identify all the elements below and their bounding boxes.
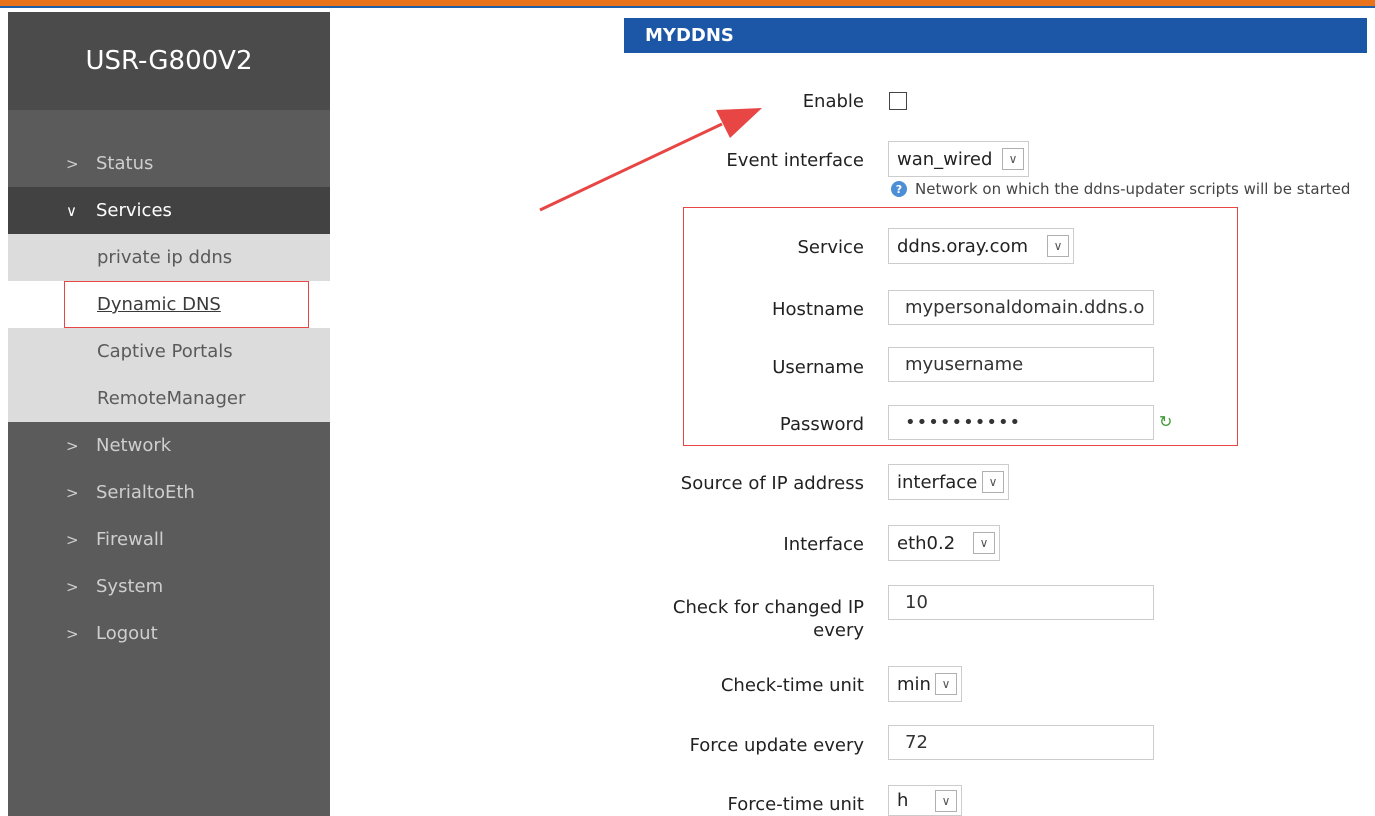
chevron-down-icon: ∨: [935, 789, 957, 812]
chevron-right-icon: >: [66, 154, 79, 173]
chevron-right-icon: >: [66, 624, 79, 643]
service-label: Service: [797, 237, 864, 258]
sidebar-item-network[interactable]: > Network: [8, 422, 330, 469]
submenu-item-label: RemoteManager: [97, 388, 246, 409]
hostname-label: Hostname: [771, 299, 864, 320]
password-label: Password: [779, 414, 864, 435]
chevron-down-icon: ∨: [66, 201, 77, 220]
sidebar-item-serialtoeth[interactable]: > SerialtoEth: [8, 469, 330, 516]
sidebar-spacer: [8, 110, 330, 140]
service-select[interactable]: ddns.oray.com ∨: [888, 228, 1074, 264]
submenu-item-label: private ip ddns: [97, 247, 233, 268]
chevron-right-icon: >: [66, 483, 79, 502]
check-interval-label: Check for changed IP every: [640, 596, 864, 642]
arrow-head: [716, 108, 762, 138]
force-unit-select[interactable]: h ∨: [888, 785, 962, 816]
check-unit-select[interactable]: min ∨: [888, 666, 962, 702]
submenu-item-private-ip-ddns[interactable]: private ip ddns: [8, 234, 330, 281]
sidebar: USR-G800V2 > Status ∨ Services private i…: [8, 12, 330, 816]
chevron-down-icon: ∨: [935, 673, 957, 695]
sidebar-item-services[interactable]: ∨ Services: [8, 187, 330, 234]
sidebar-item-firewall[interactable]: > Firewall: [8, 516, 330, 563]
label-line: Check for changed IP: [672, 597, 864, 618]
hint-text: Network on which the ddns-updater script…: [915, 180, 1351, 198]
chevron-down-icon: ∨: [973, 532, 995, 554]
chevron-right-icon: >: [66, 436, 79, 455]
interface-select[interactable]: eth0.2 ∨: [888, 525, 1000, 561]
submenu-item-captive-portals[interactable]: Captive Portals: [8, 328, 330, 375]
force-unit-label: Force-time unit: [727, 794, 864, 815]
event-interface-label: Event interface: [726, 150, 864, 171]
hostname-input[interactable]: mypersonaldomain.ddns.o: [888, 290, 1154, 325]
sidebar-item-label: Services: [96, 200, 172, 221]
select-value: eth0.2: [897, 532, 956, 554]
password-input[interactable]: ••••••••••: [888, 405, 1154, 440]
submenu-item-remote-manager[interactable]: RemoteManager: [8, 375, 330, 422]
select-value: ddns.oray.com: [897, 235, 1029, 257]
force-interval-input[interactable]: 72: [888, 725, 1154, 760]
brand-title: USR-G800V2: [8, 12, 330, 110]
sidebar-item-system[interactable]: > System: [8, 563, 330, 610]
submenu-item-label: Captive Portals: [97, 341, 233, 362]
select-value: wan_wired: [897, 148, 993, 170]
enable-label: Enable: [802, 91, 864, 112]
sidebar-menu: > Status ∨ Services private ip ddns Dyna…: [8, 140, 330, 657]
source-ip-select[interactable]: interface ∨: [888, 464, 1009, 500]
sidebar-item-status[interactable]: > Status: [8, 140, 330, 187]
sidebar-item-logout[interactable]: > Logout: [8, 610, 330, 657]
chevron-down-icon: ∨: [1047, 235, 1069, 257]
chevron-down-icon: ∨: [982, 471, 1004, 493]
interface-label: Interface: [783, 534, 864, 555]
annotation-nav-highlight: [64, 281, 309, 328]
select-value: min: [897, 673, 931, 695]
select-value: interface: [897, 471, 978, 493]
sidebar-item-label: SerialtoEth: [96, 482, 195, 503]
event-interface-select[interactable]: wan_wired ∨: [888, 141, 1029, 177]
select-value: h: [897, 790, 909, 811]
chevron-right-icon: >: [66, 577, 79, 596]
reveal-password-icon[interactable]: ↻: [1159, 414, 1175, 430]
username-label: Username: [772, 357, 864, 378]
section-title: MYDDNS: [624, 18, 1367, 53]
event-interface-hint: ? Network on which the ddns-updater scri…: [891, 180, 1350, 198]
sidebar-item-label: Logout: [96, 623, 158, 644]
sidebar-item-label: Firewall: [96, 529, 164, 550]
check-unit-label: Check-time unit: [720, 675, 864, 696]
sidebar-item-label: Network: [96, 435, 172, 456]
source-ip-label: Source of IP address: [680, 473, 864, 494]
enable-checkbox[interactable]: [889, 92, 907, 110]
username-input[interactable]: myusername: [888, 347, 1154, 382]
top-accent-line: [0, 6, 1375, 8]
sidebar-item-label: Status: [96, 153, 154, 174]
label-line: every: [813, 620, 864, 641]
force-interval-label: Force update every: [689, 735, 864, 756]
help-icon: ?: [891, 181, 907, 197]
check-interval-input[interactable]: 10: [888, 585, 1154, 620]
chevron-down-icon: ∨: [1002, 148, 1024, 170]
chevron-right-icon: >: [66, 530, 79, 549]
sidebar-item-label: System: [96, 576, 164, 597]
